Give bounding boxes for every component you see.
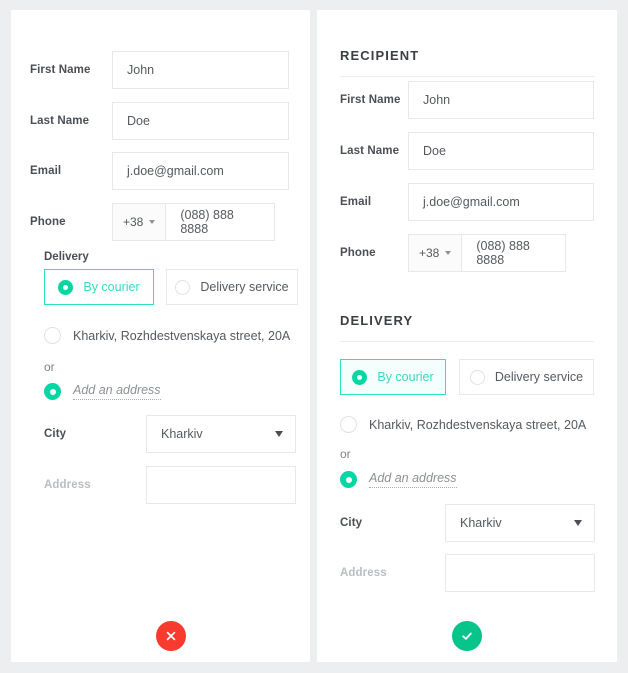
delivery-option-delivery-service[interactable]: Delivery service <box>459 359 594 395</box>
first-name-label: First Name <box>340 94 401 106</box>
first-name-label: First Name <box>30 64 91 76</box>
radio-saved-address[interactable] <box>340 416 357 433</box>
delivery-option-delivery-service-label: Delivery service <box>494 370 584 384</box>
or-separator-label: or <box>44 360 55 374</box>
email-row: Email j.doe@gmail.com <box>340 183 600 221</box>
email-input[interactable]: j.doe@gmail.com <box>112 152 289 190</box>
delivery-option-by-courier-label: By courier <box>377 370 434 384</box>
city-select[interactable]: Kharkiv <box>445 504 595 542</box>
saved-address-label: Kharkiv, Rozhdestvenskaya street, 20A <box>369 417 587 432</box>
close-icon <box>166 631 176 641</box>
city-row: City Kharkiv <box>44 415 299 453</box>
phone-label: Phone <box>340 247 376 259</box>
phone-country-code-value: +38 <box>123 215 144 229</box>
address-input[interactable] <box>445 554 595 592</box>
radio-by-courier[interactable] <box>58 279 74 295</box>
email-input[interactable]: j.doe@gmail.com <box>408 183 594 221</box>
first-name-row: First Name John <box>30 51 290 89</box>
address-input[interactable] <box>146 466 296 504</box>
delivery-section-divider <box>340 341 594 342</box>
add-address-row[interactable]: Add an address <box>44 383 161 400</box>
phone-input-group: +38 (088) 888 8888 <box>112 203 275 241</box>
chevron-down-icon <box>574 520 582 526</box>
first-name-input[interactable]: John <box>408 81 594 119</box>
recipient-section-divider <box>340 76 594 77</box>
add-address-label: Add an address <box>369 471 457 488</box>
last-name-row: Last Name Doe <box>30 102 290 140</box>
chevron-down-icon <box>275 431 283 437</box>
city-select-value: Kharkiv <box>460 516 502 530</box>
phone-country-code-value: +38 <box>419 246 440 260</box>
phone-number-input[interactable]: (088) 888 8888 <box>165 203 275 241</box>
phone-country-code-select[interactable]: +38 <box>408 234 462 272</box>
chevron-down-icon <box>149 220 156 224</box>
email-label: Email <box>340 196 372 208</box>
delivery-label: Delivery <box>44 251 89 263</box>
radio-add-address[interactable] <box>44 383 61 400</box>
city-label: City <box>44 428 67 440</box>
delivery-option-delivery-service-label: Delivery service <box>200 280 289 294</box>
last-name-input[interactable]: Doe <box>112 102 289 140</box>
delivery-section-title: DELIVERY <box>340 313 414 328</box>
delivery-option-by-courier-label: By courier <box>83 280 140 294</box>
address-row: Address <box>340 554 600 592</box>
city-select-value: Kharkiv <box>161 427 203 441</box>
cancel-button[interactable] <box>156 621 186 651</box>
check-icon <box>462 632 472 640</box>
last-name-row: Last Name Doe <box>340 132 600 170</box>
radio-delivery-service[interactable] <box>175 279 191 295</box>
confirm-button[interactable] <box>452 621 482 651</box>
email-label: Email <box>30 165 62 177</box>
radio-add-address[interactable] <box>340 471 357 488</box>
address-row: Address <box>44 466 299 504</box>
saved-address-row[interactable]: Kharkiv, Rozhdestvenskaya street, 20A <box>340 416 586 433</box>
address-label: Address <box>340 567 387 579</box>
city-label: City <box>340 517 363 529</box>
phone-number-input[interactable]: (088) 888 8888 <box>461 234 566 272</box>
email-row: Email j.doe@gmail.com <box>30 152 290 190</box>
last-name-label: Last Name <box>340 145 400 157</box>
screen: First Name John Last Name Doe Email j.do… <box>0 0 628 673</box>
phone-row: Phone +38 (088) 888 8888 <box>340 234 600 272</box>
delivery-option-delivery-service[interactable]: Delivery service <box>166 269 298 305</box>
chevron-down-icon <box>445 251 452 255</box>
city-row: City Kharkiv <box>340 504 600 542</box>
last-name-input[interactable]: Doe <box>408 132 594 170</box>
right-form-panel: RECIPIENT First Name John Last Name Doe … <box>317 10 617 662</box>
delivery-option-by-courier[interactable]: By courier <box>44 269 154 305</box>
first-name-input[interactable]: John <box>112 51 289 89</box>
recipient-section-title: RECIPIENT <box>340 48 420 63</box>
address-label: Address <box>44 479 91 491</box>
city-select[interactable]: Kharkiv <box>146 415 296 453</box>
radio-saved-address[interactable] <box>44 327 61 344</box>
phone-input-group: +38 (088) 888 8888 <box>408 234 566 272</box>
delivery-option-by-courier[interactable]: By courier <box>340 359 446 395</box>
phone-label: Phone <box>30 216 66 228</box>
left-form-panel: First Name John Last Name Doe Email j.do… <box>11 10 310 662</box>
saved-address-label: Kharkiv, Rozhdestvenskaya street, 20A <box>73 328 291 343</box>
first-name-row: First Name John <box>340 81 600 119</box>
or-separator-label: or <box>340 447 351 461</box>
radio-by-courier[interactable] <box>352 369 368 385</box>
saved-address-row[interactable]: Kharkiv, Rozhdestvenskaya street, 20A <box>44 327 290 344</box>
phone-country-code-select[interactable]: +38 <box>112 203 166 241</box>
add-address-row[interactable]: Add an address <box>340 471 457 488</box>
radio-delivery-service[interactable] <box>469 369 485 385</box>
last-name-label: Last Name <box>30 115 90 127</box>
add-address-label: Add an address <box>73 383 161 400</box>
phone-row: Phone +38 (088) 888 8888 <box>30 203 290 241</box>
